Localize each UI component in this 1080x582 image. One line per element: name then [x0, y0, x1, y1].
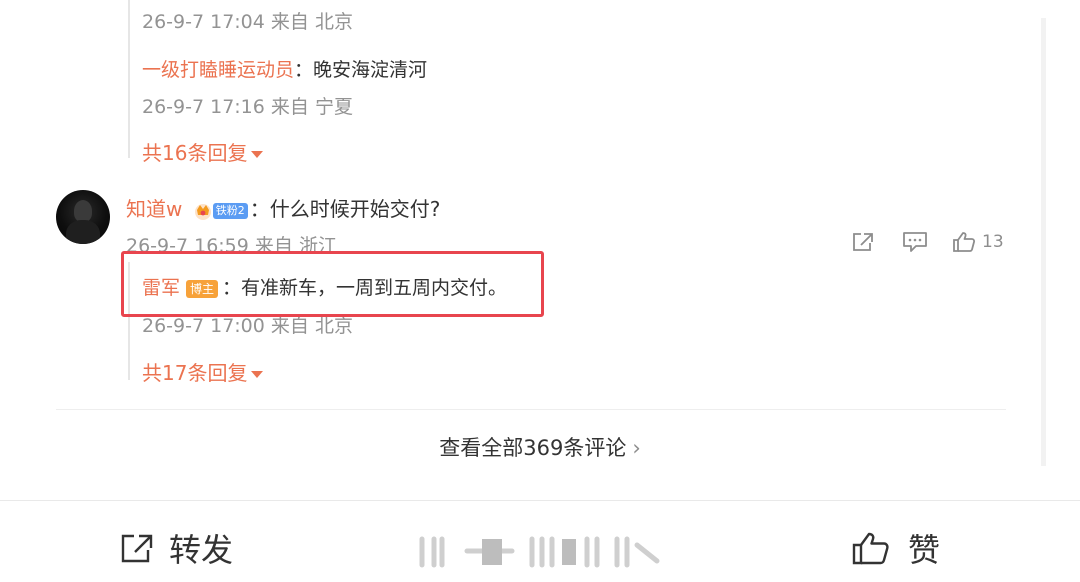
previous-reply-meta: 26-9-7 17:04 来自 北京	[142, 11, 353, 33]
like-bottom-label: 赞	[908, 531, 941, 569]
avatar[interactable]	[56, 190, 110, 244]
comment-icon	[903, 232, 927, 252]
nested-reply: 一级打瞌睡运动员：晚安海淀清河	[142, 55, 427, 82]
reply-thread-line	[128, 0, 130, 158]
divider	[56, 409, 1006, 410]
fan-badge: 铁粉2	[212, 202, 248, 219]
scrollbar-track[interactable]	[1041, 18, 1046, 466]
reply-separator: ：	[294, 59, 314, 81]
repost-label: 转发	[169, 531, 234, 569]
watermark-logo	[419, 536, 660, 568]
caret-down-icon	[251, 151, 264, 158]
comment-button[interactable]	[902, 230, 928, 254]
crown-icon	[194, 203, 211, 220]
share-icon	[853, 233, 873, 251]
comment-text: 什么时候开始交付?	[269, 197, 441, 221]
more-replies-label: 共17条回复	[142, 361, 248, 385]
more-replies-link[interactable]: 共17条回复	[142, 357, 264, 386]
reply-text: 晚安海淀清河	[313, 59, 428, 81]
view-all-label: 查看全部369条评论	[439, 436, 627, 460]
more-replies-link[interactable]: 共16条回复	[142, 137, 264, 166]
comment-username[interactable]: 知道w	[126, 197, 182, 221]
repost-icon	[121, 534, 153, 563]
chevron-right-icon: ›	[632, 436, 641, 460]
reply-meta: 26-9-7 17:16 来自 宁夏	[142, 96, 353, 118]
view-all-comments-link[interactable]: 查看全部369条评论 ›	[0, 432, 1080, 462]
like-bottom-button[interactable]: 赞	[852, 525, 940, 571]
comment-separator: ：	[249, 197, 270, 221]
thumbs-up-icon	[852, 532, 889, 565]
like-button[interactable]: 13	[952, 230, 1004, 254]
share-button[interactable]	[851, 230, 875, 254]
repost-button[interactable]: 转发	[119, 525, 233, 571]
caret-down-icon	[251, 371, 264, 378]
bottom-action-bar: 转发 赞	[0, 500, 1080, 582]
more-replies-label: 共16条回复	[142, 141, 248, 165]
reply-username[interactable]: 一级打瞌睡运动员	[142, 59, 294, 81]
like-count: 13	[982, 232, 1004, 252]
comment-line: 知道w 铁粉2 ：什么时候开始交付?	[126, 193, 440, 222]
like-icon	[953, 232, 976, 252]
highlight-annotation-box	[121, 251, 544, 317]
